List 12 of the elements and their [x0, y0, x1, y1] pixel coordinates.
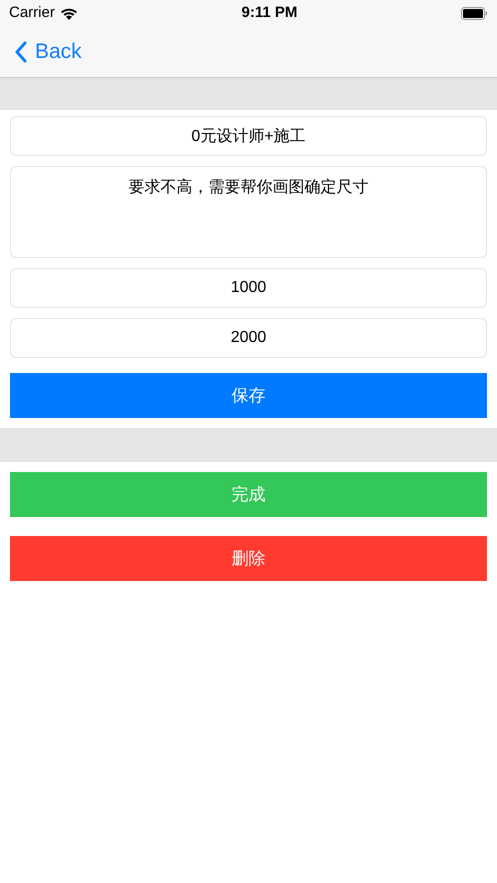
back-button[interactable]: Back	[14, 36, 82, 68]
battery-icon	[461, 6, 488, 20]
chevron-left-icon	[14, 40, 27, 62]
text-area[interactable]: 要求不高，需要帮你画图确定尺寸	[10, 166, 487, 258]
wifi-icon	[60, 6, 78, 20]
input-field[interactable]: 1000	[10, 268, 487, 308]
input-field[interactable]: 0元设计师+施工	[10, 116, 487, 156]
status-time: 9:11 PM	[241, 2, 298, 23]
action-button[interactable]: 删除	[10, 536, 487, 581]
carrier-label: Carrier	[9, 2, 55, 23]
input-field[interactable]: 2000	[10, 318, 487, 358]
save-button[interactable]: 保存	[10, 373, 487, 418]
